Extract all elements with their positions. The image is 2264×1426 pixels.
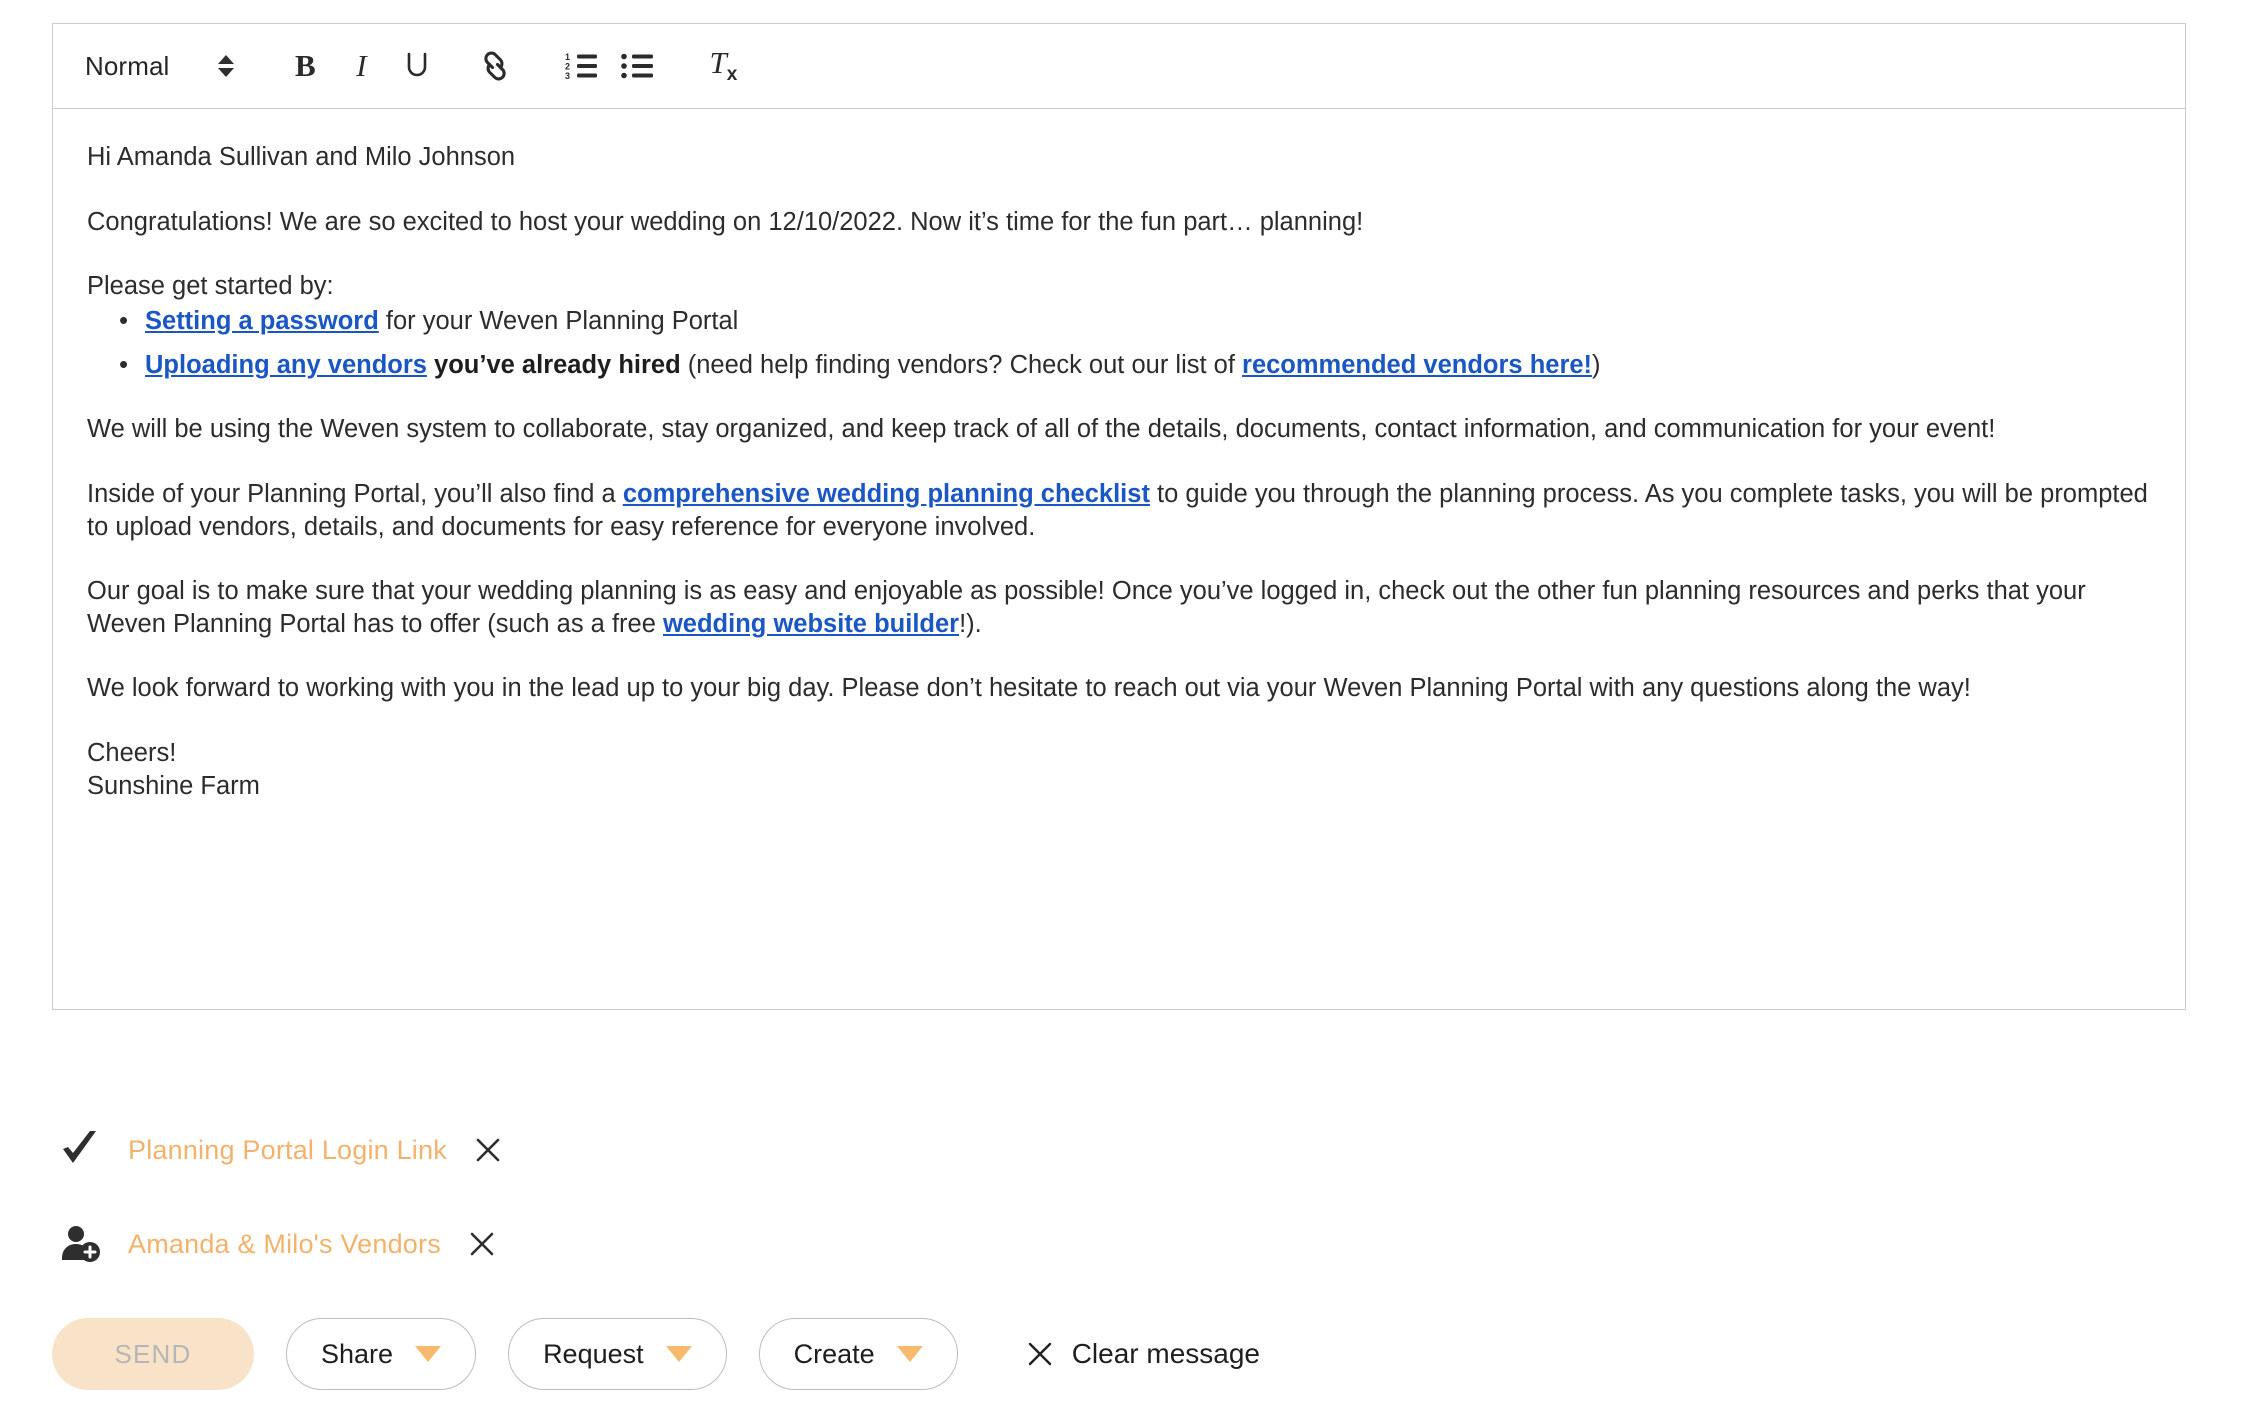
- bullet-2-text: (need help finding vendors? Check out ou…: [680, 351, 1243, 380]
- bullet-2-tail: ): [1592, 351, 1601, 380]
- create-button[interactable]: Create: [758, 1318, 958, 1390]
- underline-icon: [404, 51, 430, 81]
- message-document: Hi Amanda Sullivan and Milo Johnson Cong…: [87, 141, 2151, 802]
- bold-icon: B: [295, 48, 316, 83]
- link-button[interactable]: [467, 38, 523, 94]
- uploading-any-vendors-link[interactable]: Uploading any vendors: [145, 351, 427, 379]
- svg-text:1: 1: [565, 52, 570, 62]
- message-body[interactable]: Hi Amanda Sullivan and Milo Johnson Cong…: [53, 109, 2185, 1009]
- chevron-down-icon: [896, 1346, 923, 1362]
- wedding-website-builder-link[interactable]: wedding website builder: [663, 610, 959, 638]
- italic-icon: I: [356, 48, 367, 83]
- underline-button[interactable]: [389, 38, 445, 94]
- format-select[interactable]: Normal: [71, 38, 247, 94]
- chevron-down-icon: [665, 1346, 692, 1362]
- composer-action-bar: SEND Share Request Create Clear message: [52, 1318, 1260, 1390]
- portal-text-before: Inside of your Planning Portal, you’ll a…: [87, 479, 623, 508]
- send-button-label: SEND: [114, 1338, 192, 1369]
- share-button[interactable]: Share: [286, 1318, 477, 1390]
- clear-format-button[interactable]: Tx: [695, 38, 751, 94]
- bullet-list-button[interactable]: [609, 38, 665, 94]
- editor-toolbar: Normal B I 1 2 3 Tx: [53, 24, 2185, 109]
- recommended-vendors-link[interactable]: recommended vendors here!: [1242, 351, 1592, 379]
- request-button[interactable]: Request: [508, 1318, 727, 1390]
- clear-message-button[interactable]: Clear message: [1026, 1338, 1260, 1370]
- attachment-list: Planning Portal Login Link Amanda & Milo…: [60, 1118, 1460, 1306]
- chevron-updown-icon: [215, 55, 237, 77]
- goal-text-before: Our goal is to make sure that your weddi…: [87, 577, 2086, 638]
- goal-text-after: !).: [959, 609, 982, 638]
- list-item: Setting a password for your Weven Planni…: [119, 302, 2151, 339]
- get-started-line: Please get started by:: [87, 272, 334, 301]
- attachment-name: Amanda & Milo's Vendors: [128, 1228, 441, 1259]
- greeting-line: Hi Amanda Sullivan and Milo Johnson: [87, 143, 516, 171]
- clear-message-label: Clear message: [1071, 1338, 1260, 1369]
- system-paragraph: We will be using the Weven system to col…: [87, 415, 1996, 444]
- svg-text:3: 3: [565, 71, 570, 81]
- attachment-amanda-milos-vendors: Amanda & Milo's Vendors: [60, 1212, 1460, 1276]
- request-button-label: Request: [543, 1338, 644, 1369]
- setting-a-password-link[interactable]: Setting a password: [145, 307, 379, 335]
- congrats-line: Congratulations! We are so excited to ho…: [87, 207, 1364, 236]
- checkmark-icon: [60, 1129, 116, 1171]
- format-select-label: Normal: [85, 50, 170, 81]
- portal-paragraph: Inside of your Planning Portal, you’ll a…: [87, 478, 2151, 543]
- close-icon: [1026, 1340, 1054, 1368]
- attachment-name: Planning Portal Login Link: [128, 1134, 447, 1165]
- person-add-icon: [60, 1223, 116, 1265]
- get-started-list: Setting a password for your Weven Planni…: [87, 302, 2151, 383]
- bold-button[interactable]: B: [277, 38, 333, 94]
- signature-line: Sunshine Farm: [87, 771, 260, 800]
- message-composer-page: Normal B I 1 2 3 Tx Hi Amanda Sullivan a…: [0, 0, 2264, 1426]
- bullet-1-text: for your Weven Planning Portal: [378, 306, 739, 335]
- chevron-down-icon: [415, 1346, 442, 1362]
- clear-format-icon: Tx: [709, 45, 738, 86]
- ordered-list-icon: 1 2 3: [564, 51, 598, 81]
- bullet-list-icon: [620, 51, 654, 81]
- planning-checklist-link[interactable]: comprehensive wedding planning checklist: [623, 480, 1150, 508]
- attachment-planning-portal-login-link: Planning Portal Login Link: [60, 1118, 1460, 1182]
- ordered-list-button[interactable]: 1 2 3: [553, 38, 609, 94]
- link-icon: [478, 51, 512, 81]
- italic-button[interactable]: I: [333, 38, 389, 94]
- list-item: Uploading any vendors you’ve already hir…: [119, 346, 2151, 383]
- rich-text-editor: Normal B I 1 2 3 Tx Hi Amanda Sullivan a…: [52, 23, 2186, 1010]
- remove-attachment-button[interactable]: [465, 1227, 499, 1261]
- closing-paragraph: We look forward to working with you in t…: [87, 674, 1971, 703]
- bullet-2-bold-text: you’ve already hired: [426, 351, 681, 380]
- goal-paragraph: Our goal is to make sure that your weddi…: [87, 575, 2151, 640]
- share-button-label: Share: [321, 1338, 394, 1369]
- svg-text:2: 2: [565, 62, 570, 72]
- remove-attachment-button[interactable]: [471, 1133, 505, 1167]
- send-button[interactable]: SEND: [52, 1318, 254, 1390]
- signoff-line: Cheers!: [87, 739, 177, 768]
- create-button-label: Create: [793, 1338, 875, 1369]
